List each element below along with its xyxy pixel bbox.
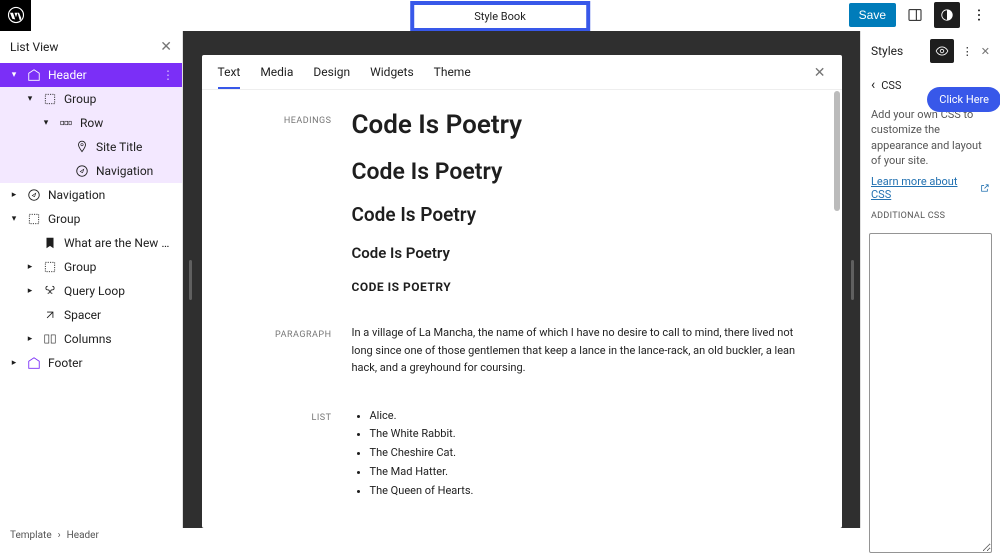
- bookmark-icon: [42, 236, 58, 250]
- save-button[interactable]: Save: [849, 3, 896, 27]
- breadcrumb-header[interactable]: Header: [67, 530, 99, 541]
- list-view-close[interactable]: ✕: [160, 39, 172, 55]
- close-icon[interactable]: ✕: [981, 45, 990, 58]
- heading-sample: Code Is Poetry: [352, 244, 812, 262]
- chevron-right-icon: ▸: [8, 190, 20, 200]
- heading-sample: Code Is Poetry: [352, 203, 812, 226]
- style-book-close[interactable]: ✕: [814, 65, 826, 89]
- additional-css-label: Additional CSS: [871, 211, 990, 221]
- editor-canvas-wrap: Text Media Design Widgets Theme ✕ HEADIN…: [183, 31, 860, 528]
- heading-sample: CODE IS POETRY: [352, 280, 812, 294]
- section-label-list: LIST: [232, 407, 352, 500]
- scrollbar[interactable]: [834, 91, 840, 211]
- chevron-right-icon: ›: [58, 530, 61, 541]
- kebab-icon: [971, 7, 987, 23]
- resize-handle-right[interactable]: [851, 260, 854, 300]
- styles-panel: Styles ⋮ ✕ ‹ CSS Click Here Add your own…: [860, 31, 1000, 528]
- sidebar-icon: [907, 7, 923, 23]
- group-icon: [42, 92, 58, 106]
- compass-icon: [26, 188, 42, 202]
- tree-item-spacer[interactable]: Spacer: [0, 303, 182, 327]
- section-label-headings: HEADINGS: [232, 110, 352, 294]
- columns-icon: [42, 332, 58, 346]
- heading-sample: Code Is Poetry: [352, 158, 812, 185]
- eye-icon: [935, 44, 949, 58]
- click-here-button[interactable]: Click Here: [927, 87, 1000, 112]
- kebab-icon[interactable]: ⋮: [162, 68, 174, 82]
- chevron-right-icon: ▸: [24, 334, 36, 344]
- tree-item-navigation[interactable]: Navigation: [0, 159, 182, 183]
- loop-icon: [42, 284, 58, 298]
- tree-item-features[interactable]: What are the New Features in Word…: [0, 231, 182, 255]
- tab-media[interactable]: Media: [260, 65, 293, 89]
- tab-design[interactable]: Design: [313, 65, 350, 89]
- breadcrumb: Template › Header: [0, 528, 183, 542]
- tab-theme[interactable]: Theme: [434, 65, 471, 89]
- map-pin-icon: [74, 140, 90, 154]
- spacer-icon: [42, 308, 58, 322]
- breadcrumb-template[interactable]: Template: [10, 530, 52, 541]
- chevron-down-icon: ▾: [24, 94, 36, 104]
- tree-item-group3[interactable]: ▸ Group: [0, 255, 182, 279]
- learn-more-link[interactable]: Learn more about CSS: [871, 175, 990, 201]
- list-item: The Cheshire Cat.: [370, 444, 812, 463]
- group-icon: [42, 260, 58, 274]
- paragraph-sample: In a village of La Mancha, the name of w…: [352, 324, 812, 377]
- styles-crumb: CSS: [881, 79, 901, 92]
- tab-text[interactable]: Text: [218, 65, 241, 89]
- additional-css-input[interactable]: [869, 233, 992, 553]
- chevron-right-icon: ▸: [24, 286, 36, 296]
- style-book-label: Style Book: [414, 5, 586, 28]
- list-sample: Alice. The White Rabbit. The Cheshire Ca…: [352, 407, 812, 500]
- tree-item-footer[interactable]: ▸ Footer: [0, 351, 182, 375]
- row-icon: [58, 116, 74, 130]
- list-item: The Mad Hatter.: [370, 463, 812, 482]
- style-book-badge: Style Book: [410, 1, 590, 32]
- tree-item-query[interactable]: ▸ Query Loop: [0, 279, 182, 303]
- compass-icon: [74, 164, 90, 178]
- heading-sample: Code Is Poetry: [352, 110, 812, 140]
- list-item: The Queen of Hearts.: [370, 482, 812, 501]
- back-button[interactable]: ‹: [871, 77, 875, 93]
- style-book-toggle[interactable]: [930, 39, 954, 63]
- styles-toggle[interactable]: [934, 2, 960, 28]
- tree-item-navigation2[interactable]: ▸ Navigation: [0, 183, 182, 207]
- tree-item-site-title[interactable]: Site Title: [0, 135, 182, 159]
- list-item: The White Rabbit.: [370, 425, 812, 444]
- list-view-title: List View: [10, 40, 58, 54]
- styles-title: Styles: [871, 44, 922, 58]
- top-bar: Style Book Save: [0, 0, 1000, 31]
- footer-icon: [26, 356, 42, 370]
- wordpress-logo[interactable]: [0, 0, 31, 31]
- kebab-icon[interactable]: ⋮: [962, 45, 973, 58]
- list-item: Alice.: [370, 407, 812, 426]
- list-view-panel: List View ✕ ▾ Header ⋮ ▾ Group ▾ Row: [0, 31, 183, 528]
- header-icon: [26, 68, 42, 82]
- external-link-icon: [980, 183, 990, 193]
- resize-handle-left[interactable]: [189, 260, 192, 300]
- chevron-right-icon: ▸: [8, 358, 20, 368]
- tree-item-group2[interactable]: ▾ Group: [0, 207, 182, 231]
- section-label-paragraph: PARAGRAPH: [232, 324, 352, 377]
- tree-item-row[interactable]: ▾ Row: [0, 111, 182, 135]
- chevron-down-icon: ▾: [8, 214, 20, 224]
- tree-item-group[interactable]: ▾ Group: [0, 87, 182, 111]
- chevron-down-icon: ▾: [8, 70, 20, 80]
- tree-item-columns[interactable]: ▸ Columns: [0, 327, 182, 351]
- tree-item-header[interactable]: ▾ Header ⋮: [0, 63, 182, 87]
- css-description: Add your own CSS to customize the appear…: [871, 107, 990, 169]
- group-icon: [26, 212, 42, 226]
- chevron-down-icon: ▾: [40, 118, 52, 128]
- contrast-icon: [940, 8, 954, 22]
- tab-widgets[interactable]: Widgets: [370, 65, 414, 89]
- view-icon[interactable]: [902, 2, 928, 28]
- style-book-canvas: Text Media Design Widgets Theme ✕ HEADIN…: [202, 55, 842, 528]
- wordpress-icon: [7, 6, 25, 24]
- chevron-right-icon: ▸: [24, 262, 36, 272]
- more-menu[interactable]: [966, 2, 992, 28]
